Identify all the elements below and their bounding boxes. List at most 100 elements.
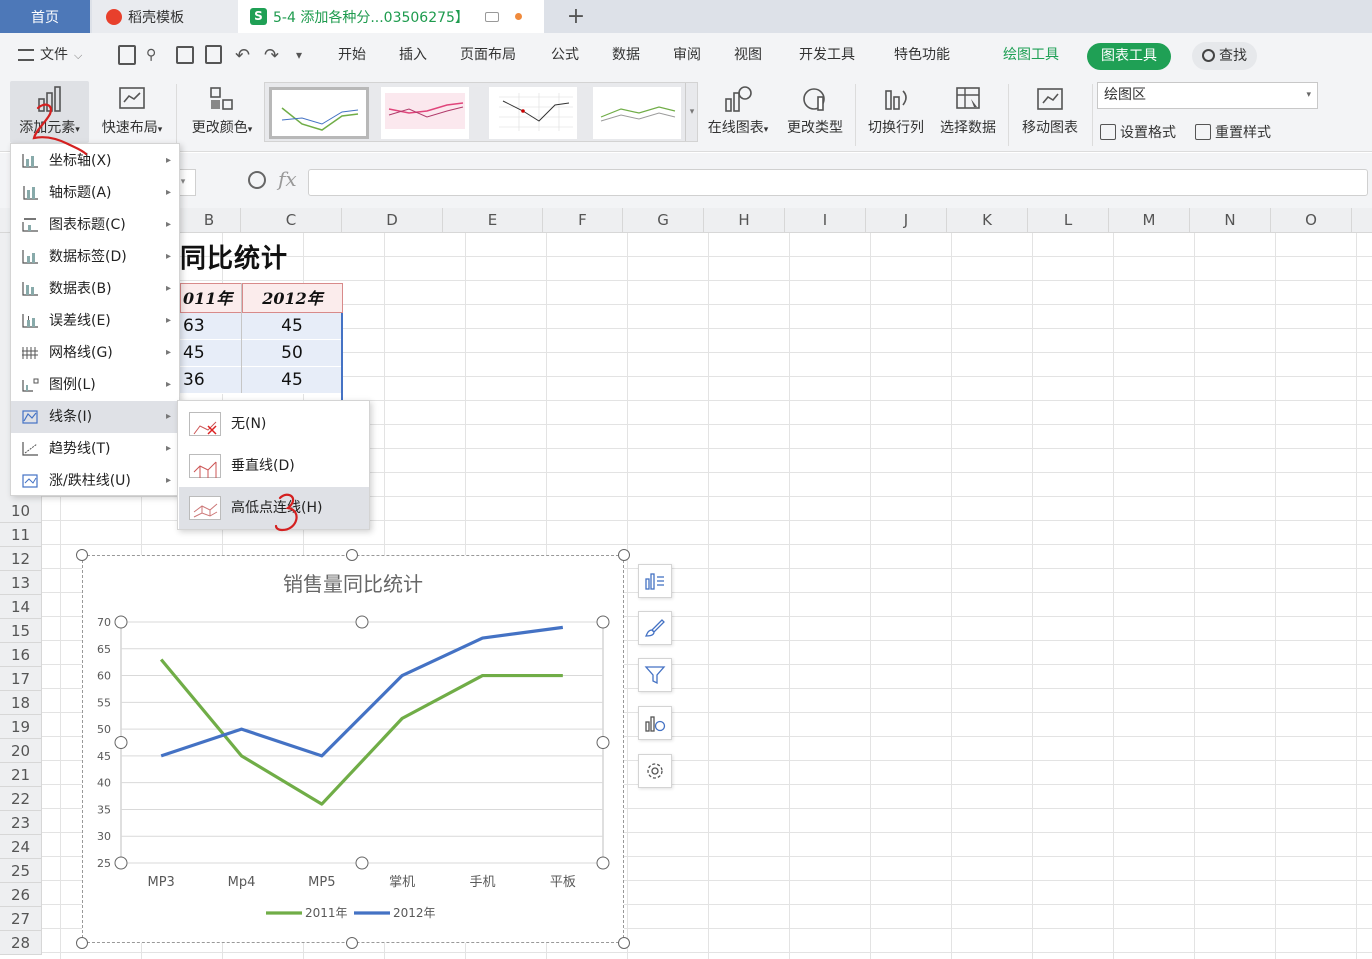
- resize-handle[interactable]: [76, 937, 88, 949]
- menu-item-page-layout[interactable]: 页面布局: [460, 33, 516, 78]
- row-header-22[interactable]: 22: [0, 787, 42, 811]
- chart-styles-button[interactable]: [638, 611, 672, 645]
- change-type-button[interactable]: 更改类型: [783, 85, 847, 137]
- gallery-scroll-button[interactable]: ▾: [685, 83, 698, 141]
- column-header-j[interactable]: J: [866, 208, 947, 233]
- chart-container[interactable]: 销售量同比统计 25 30 35 40 45 50 55 60 65 70 MP3 Mp4 MP5 掌机 手机…: [82, 555, 624, 943]
- table-header-2011[interactable]: 011年: [180, 283, 242, 313]
- sheet-title-cell[interactable]: 同比统计: [180, 238, 288, 275]
- undo-icon[interactable]: ↶: [235, 33, 250, 78]
- chart-filter-button[interactable]: [638, 658, 672, 692]
- row-header-27[interactable]: 27: [0, 907, 42, 931]
- row-header-25[interactable]: 25: [0, 859, 42, 883]
- file-menu[interactable]: 文件 ⌵: [18, 33, 82, 78]
- zoom-icon[interactable]: [248, 171, 266, 189]
- menu-item-error-bars[interactable]: 误差线(E) ▸: [11, 305, 179, 337]
- table-cell[interactable]: 45: [180, 340, 242, 367]
- switch-row-col-button[interactable]: 切换行列: [864, 85, 928, 137]
- chart-style-2[interactable]: [381, 87, 469, 139]
- submenu-item-none[interactable]: 无(N): [179, 403, 369, 445]
- row-header-17[interactable]: 17: [0, 667, 42, 691]
- menu-item-review[interactable]: 审阅: [673, 33, 701, 78]
- column-header-h[interactable]: H: [704, 208, 785, 233]
- menu-item-trendline[interactable]: 趋势线(T) ▸: [11, 433, 179, 465]
- select-data-button[interactable]: 选择数据: [936, 85, 1000, 137]
- menu-item-chart-tools[interactable]: 图表工具: [1087, 43, 1171, 70]
- menu-item-developer[interactable]: 开发工具: [799, 33, 855, 78]
- quick-access-more-icon[interactable]: ▾: [296, 33, 302, 78]
- row-header-15[interactable]: 15: [0, 619, 42, 643]
- resize-handle[interactable]: [618, 937, 630, 949]
- resize-handle[interactable]: [346, 937, 358, 949]
- column-header-e[interactable]: E: [443, 208, 543, 233]
- menu-item-data-table[interactable]: 数据表(B) ▸: [11, 273, 179, 305]
- format-painter-icon[interactable]: ⚲: [146, 33, 156, 78]
- menu-item-gridlines[interactable]: 网格线(G) ▸: [11, 337, 179, 369]
- column-header-c[interactable]: C: [241, 208, 342, 233]
- chart-style-1[interactable]: [269, 87, 369, 139]
- menu-item-data[interactable]: 数据: [612, 33, 640, 78]
- table-cell[interactable]: 50: [242, 340, 342, 367]
- new-tab-button[interactable]: +: [556, 0, 596, 33]
- redo-icon[interactable]: ↷: [264, 33, 279, 78]
- column-header-d[interactable]: D: [342, 208, 443, 233]
- resize-handle[interactable]: [346, 549, 358, 561]
- menu-item-lines[interactable]: 线条(I) ▸: [11, 401, 179, 433]
- table-header-2012[interactable]: 2012年: [242, 283, 343, 313]
- row-header-28[interactable]: 28: [0, 931, 42, 955]
- column-header-g[interactable]: G: [623, 208, 704, 233]
- column-header-k[interactable]: K: [947, 208, 1028, 233]
- menu-item-formula[interactable]: 公式: [551, 33, 579, 78]
- menu-item-data-labels[interactable]: 数据标签(D) ▸: [11, 241, 179, 273]
- table-cell[interactable]: 45: [242, 367, 342, 394]
- monitor-icon[interactable]: [484, 11, 499, 22]
- menu-item-insert[interactable]: 插入: [399, 33, 427, 78]
- row-header-12[interactable]: 12: [0, 547, 42, 571]
- table-cell[interactable]: 45: [242, 313, 342, 340]
- tab-home[interactable]: 首页: [0, 0, 90, 33]
- change-color-button[interactable]: 更改颜色▾: [184, 85, 260, 137]
- column-header-o[interactable]: O: [1271, 208, 1352, 233]
- fx-icon[interactable]: fx: [278, 167, 297, 191]
- online-chart-side-button[interactable]: [638, 706, 672, 740]
- row-header-23[interactable]: 23: [0, 811, 42, 835]
- row-header-24[interactable]: 24: [0, 835, 42, 859]
- row-header-21[interactable]: 21: [0, 763, 42, 787]
- row-header-11[interactable]: 11: [0, 523, 42, 547]
- menu-item-updown-bars[interactable]: 涨/跌柱线(U) ▸: [11, 465, 179, 497]
- row-header-14[interactable]: 14: [0, 595, 42, 619]
- table-cell[interactable]: 36: [180, 367, 242, 394]
- row-header-10[interactable]: 10: [0, 499, 42, 523]
- row-header-13[interactable]: 13: [0, 571, 42, 595]
- menu-item-legend[interactable]: 图例(L) ▸: [11, 369, 179, 401]
- chart-element-select[interactable]: 绘图区 ▾: [1097, 82, 1318, 109]
- column-header-l[interactable]: L: [1028, 208, 1109, 233]
- row-header-18[interactable]: 18: [0, 691, 42, 715]
- submenu-item-drop-lines[interactable]: 垂直线(D): [179, 445, 369, 487]
- resize-handle[interactable]: [618, 549, 630, 561]
- column-header-m[interactable]: M: [1109, 208, 1190, 233]
- column-header-i[interactable]: I: [785, 208, 866, 233]
- reset-style-button[interactable]: 重置样式: [1195, 122, 1271, 142]
- search-button[interactable]: 查找: [1192, 42, 1257, 70]
- print-preview-icon[interactable]: [205, 45, 222, 64]
- row-header-16[interactable]: 16: [0, 643, 42, 667]
- tab-docer[interactable]: 稻壳模板: [92, 0, 238, 33]
- row-header-19[interactable]: 19: [0, 715, 42, 739]
- row-header-26[interactable]: 26: [0, 883, 42, 907]
- formula-input[interactable]: [308, 169, 1368, 196]
- set-format-button[interactable]: 设置格式: [1100, 122, 1176, 142]
- menu-item-start[interactable]: 开始: [338, 33, 366, 78]
- print-icon[interactable]: [176, 46, 194, 64]
- resize-handle[interactable]: [76, 549, 88, 561]
- menu-item-chart-title[interactable]: 图表标题(C) ▸: [11, 209, 179, 241]
- column-header-f[interactable]: F: [543, 208, 623, 233]
- row-header-20[interactable]: 20: [0, 739, 42, 763]
- menu-item-axis-title[interactable]: 轴标题(A) ▸: [11, 177, 179, 209]
- chart-elements-button[interactable]: [638, 564, 672, 598]
- menu-item-drawing-tools[interactable]: 绘图工具: [1003, 33, 1059, 78]
- chart-style-4[interactable]: [593, 87, 681, 139]
- tab-active-file[interactable]: S 5-4 添加各种分...03506275】: [238, 0, 544, 33]
- quick-layout-button[interactable]: 快速布局▾: [94, 85, 170, 137]
- chart-style-3[interactable]: [489, 87, 577, 139]
